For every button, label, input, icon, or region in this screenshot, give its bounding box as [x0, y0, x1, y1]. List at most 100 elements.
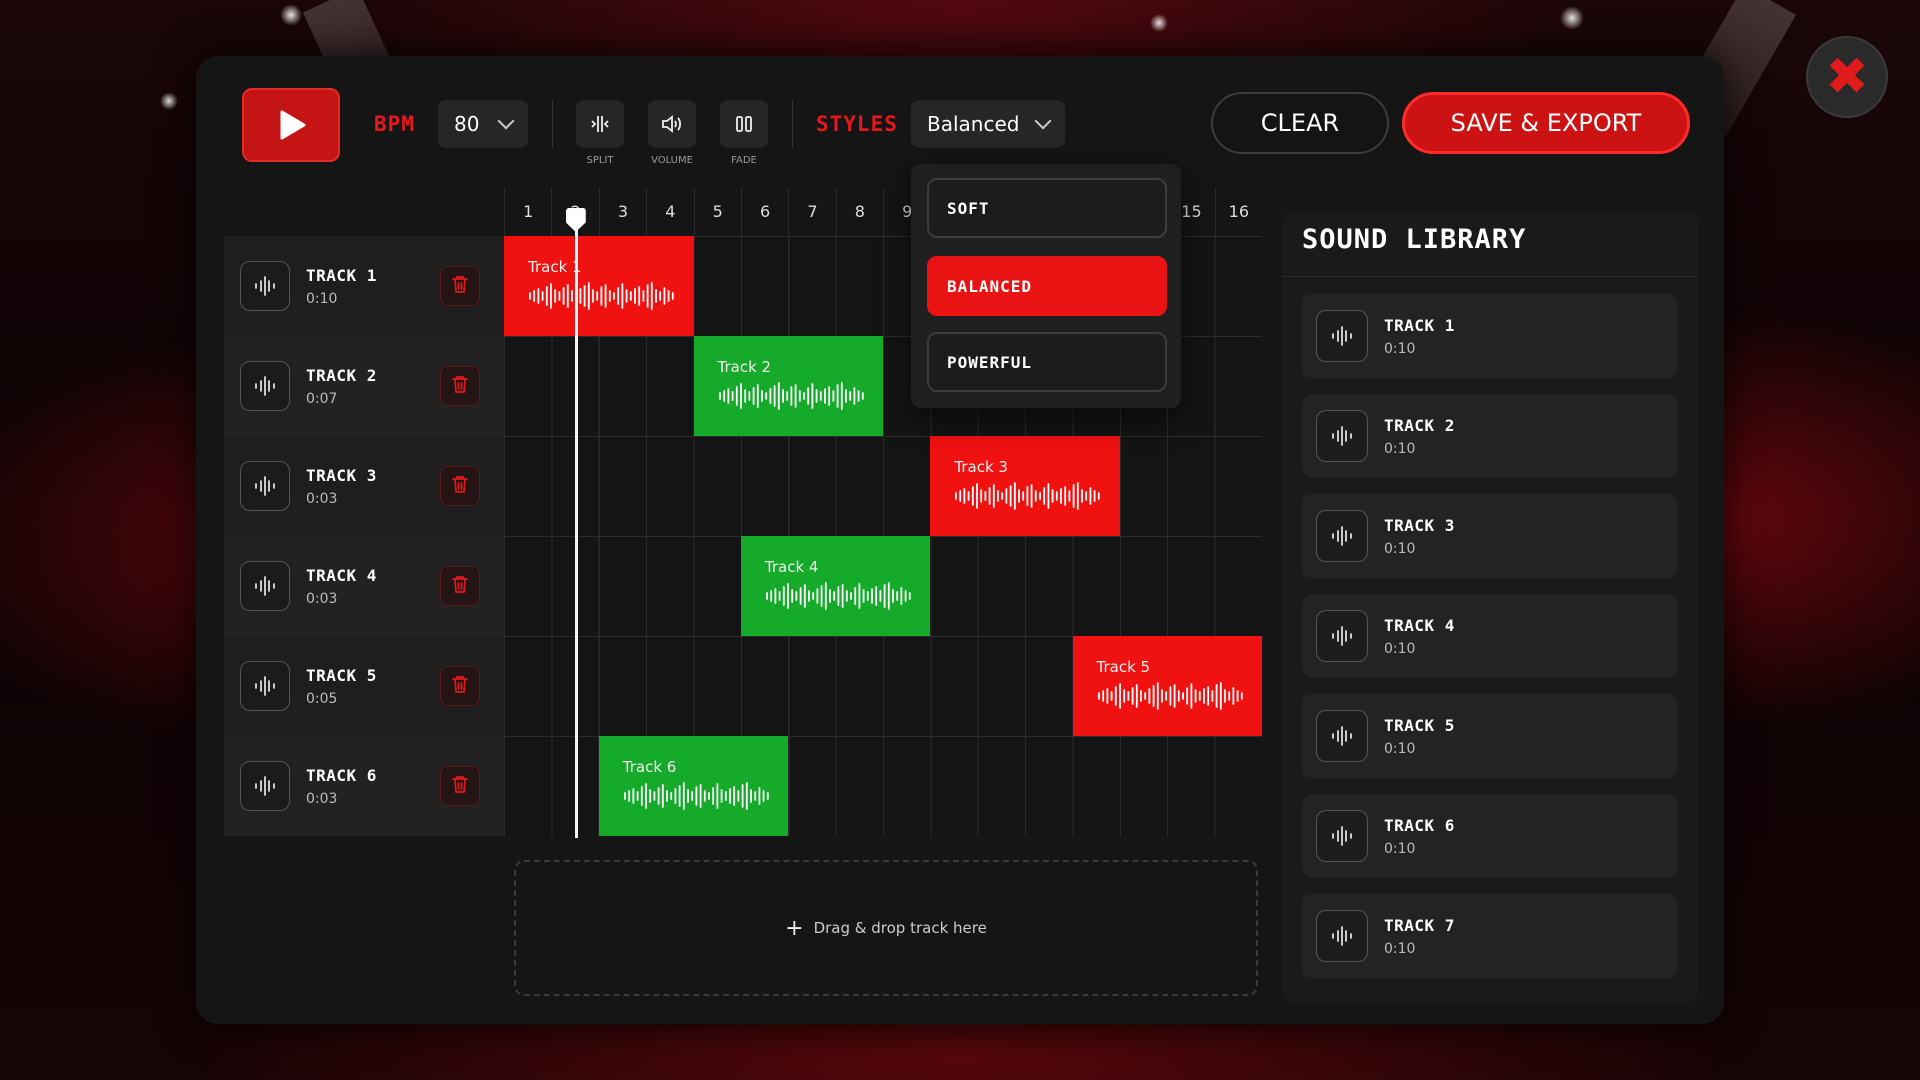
divider: [1282, 276, 1698, 277]
library-item-name: TRACK 4: [1384, 615, 1455, 635]
waveform-icon[interactable]: [240, 361, 290, 411]
play-button[interactable]: [242, 88, 340, 162]
track-name: TRACK 2: [306, 365, 377, 385]
delete-track-button[interactable]: [440, 766, 480, 806]
audio-clip[interactable]: Track 4: [740, 536, 931, 636]
fade-icon: [736, 116, 752, 132]
trash-icon: [451, 774, 469, 798]
library-item-duration: 0:10: [1384, 640, 1416, 657]
volume-icon: [662, 115, 681, 133]
style-value: Balanced: [927, 112, 1020, 136]
library-item-name: TRACK 7: [1384, 915, 1455, 935]
track-dropzone[interactable]: + Drag & drop track here: [514, 860, 1258, 996]
volume-label: VOLUME: [651, 155, 693, 166]
library-item-info: TRACK 6 0:10: [1384, 816, 1455, 857]
trash-icon: [451, 674, 469, 698]
track-info: TRACK 1 0:10: [306, 266, 377, 307]
waveform-icon[interactable]: [1316, 910, 1368, 962]
track-duration: 0:03: [306, 790, 338, 807]
delete-track-button[interactable]: [440, 366, 480, 406]
library-item-duration: 0:10: [1384, 540, 1416, 557]
waveform-icon[interactable]: [1316, 710, 1368, 762]
library-item-name: TRACK 2: [1384, 415, 1455, 435]
waveform-icon[interactable]: [240, 561, 290, 611]
fade-button[interactable]: [720, 100, 768, 148]
track-header: TRACK 4 0:03: [224, 536, 504, 636]
library-item-duration: 0:10: [1384, 340, 1416, 357]
library-item-name: TRACK 5: [1384, 715, 1455, 735]
stage-light: [160, 92, 178, 110]
stage-light: [280, 4, 302, 26]
waveform-icon[interactable]: [1316, 610, 1368, 662]
library-item[interactable]: TRACK 3 0:10: [1302, 494, 1678, 578]
library-item-duration: 0:10: [1384, 940, 1416, 957]
divider: [792, 100, 793, 148]
library-item-info: TRACK 1 0:10: [1384, 316, 1455, 357]
close-button[interactable]: ✖: [1806, 36, 1888, 118]
style-option-balanced[interactable]: BALANCED: [927, 256, 1167, 316]
beat-number: 4: [646, 188, 693, 236]
library-item[interactable]: TRACK 7 0:10: [1302, 894, 1678, 978]
track-duration: 0:10: [306, 290, 338, 307]
bpm-select[interactable]: 80: [438, 100, 528, 148]
waveform-icon[interactable]: [240, 761, 290, 811]
clear-button[interactable]: CLEAR: [1211, 92, 1389, 154]
waveform-icon[interactable]: [1316, 510, 1368, 562]
waveform-icon[interactable]: [240, 461, 290, 511]
library-item-info: TRACK 7 0:10: [1384, 916, 1455, 957]
track-duration: 0:03: [306, 590, 338, 607]
library-item[interactable]: TRACK 5 0:10: [1302, 694, 1678, 778]
audio-clip[interactable]: Track 2: [693, 336, 883, 436]
library-item[interactable]: TRACK 4 0:10: [1302, 594, 1678, 678]
clip-label: Track 6: [622, 758, 677, 776]
clip-label: Track 4: [764, 558, 819, 576]
track-duration: 0:03: [306, 490, 338, 507]
trash-icon: [451, 374, 469, 398]
waveform-icon[interactable]: [1316, 810, 1368, 862]
style-option-powerful[interactable]: POWERFUL: [927, 332, 1167, 392]
trash-icon: [451, 574, 469, 598]
delete-track-button[interactable]: [440, 466, 480, 506]
library-item-duration: 0:10: [1384, 840, 1416, 857]
playhead[interactable]: [565, 208, 586, 838]
library-item-info: TRACK 5 0:10: [1384, 716, 1455, 757]
track-header: TRACK 6 0:03: [224, 736, 504, 836]
audio-clip[interactable]: Track 5: [1072, 636, 1262, 736]
audio-clip[interactable]: Track 1: [504, 236, 694, 336]
trash-icon: [451, 274, 469, 298]
audio-clip[interactable]: Track 3: [930, 436, 1120, 536]
split-button[interactable]: [576, 100, 624, 148]
track-name: TRACK 4: [306, 565, 377, 585]
beat-number: 16: [1214, 188, 1262, 236]
library-item-info: TRACK 2 0:10: [1384, 416, 1455, 457]
track-name: TRACK 3: [306, 465, 377, 485]
save-export-button[interactable]: SAVE & EXPORT: [1402, 92, 1690, 154]
delete-track-button[interactable]: [440, 566, 480, 606]
clip-label: Track 2: [717, 358, 772, 376]
delete-track-button[interactable]: [440, 266, 480, 306]
waveform-icon[interactable]: [1316, 410, 1368, 462]
bpm-value: 80: [454, 112, 480, 136]
style-option-soft[interactable]: SOFT: [927, 178, 1167, 238]
plus-icon: +: [785, 915, 804, 941]
clip-label: Track 5: [1096, 658, 1151, 676]
fade-label: FADE: [731, 155, 757, 166]
audio-clip[interactable]: Track 6: [598, 736, 789, 836]
library-item[interactable]: TRACK 6 0:10: [1302, 794, 1678, 878]
split-icon: [591, 116, 609, 132]
style-select[interactable]: Balanced: [911, 100, 1065, 148]
library-item-info: TRACK 4 0:10: [1384, 616, 1455, 657]
track-name: TRACK 6: [306, 765, 377, 785]
delete-track-button[interactable]: [440, 666, 480, 706]
waveform-icon[interactable]: [240, 261, 290, 311]
play-icon: [280, 110, 306, 140]
track-name: TRACK 5: [306, 665, 377, 685]
track-duration: 0:05: [306, 690, 338, 707]
waveform-icon[interactable]: [1316, 310, 1368, 362]
track-header: TRACK 2 0:07: [224, 336, 504, 436]
library-item[interactable]: TRACK 1 0:10: [1302, 294, 1678, 378]
waveform-icon[interactable]: [240, 661, 290, 711]
close-icon: ✖: [1825, 47, 1869, 107]
volume-button[interactable]: [648, 100, 696, 148]
library-item[interactable]: TRACK 2 0:10: [1302, 394, 1678, 478]
